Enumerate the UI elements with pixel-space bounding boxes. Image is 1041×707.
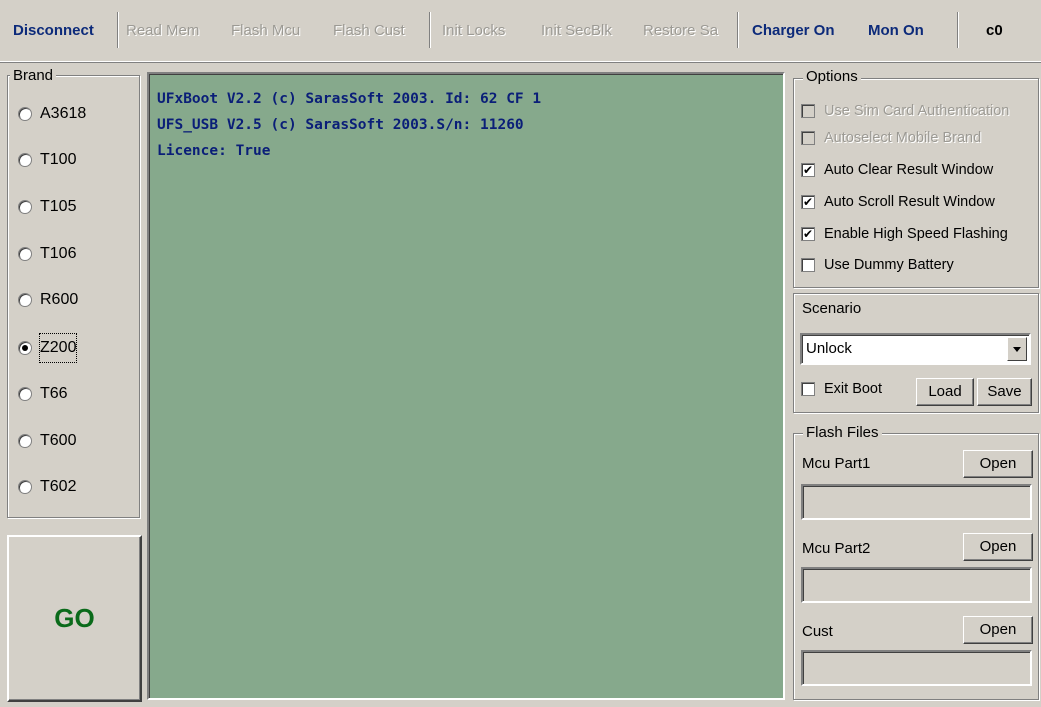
brand-option-label: Z200 bbox=[38, 333, 78, 363]
radio-button[interactable] bbox=[18, 434, 32, 448]
log-line: Licence: True bbox=[157, 143, 271, 159]
radio-button[interactable] bbox=[18, 107, 32, 121]
checkbox-box bbox=[801, 104, 815, 118]
log-line: UFxBoot V2.2 (c) SarasSoft 2003. Id: 62 … bbox=[157, 91, 542, 107]
brand-group-title: Brand bbox=[10, 67, 57, 85]
flash-files-group-title: Flash Files bbox=[803, 424, 882, 442]
open-mcu-part1-button[interactable]: Open bbox=[963, 450, 1033, 478]
radio-button[interactable] bbox=[18, 387, 32, 401]
toolbar-separator bbox=[429, 12, 431, 48]
brand-option-label: T66 bbox=[40, 385, 68, 402]
toolbar-separator bbox=[957, 12, 959, 48]
brand-option-a3618[interactable]: A3618 bbox=[18, 100, 86, 128]
brand-option-label: T100 bbox=[40, 151, 77, 168]
scenario-label: Scenario bbox=[802, 300, 862, 317]
brand-option-label: R600 bbox=[40, 291, 79, 308]
disconnect-button[interactable]: Disconnect bbox=[13, 14, 94, 48]
brand-option-t105[interactable]: T105 bbox=[18, 193, 76, 221]
cust-label: Cust bbox=[802, 623, 833, 640]
exit-boot-checkbox[interactable]: Exit Boot bbox=[801, 378, 882, 400]
option-label: Enable High Speed Flashing bbox=[824, 226, 1008, 242]
restore-sa-button[interactable]: Restore Sa bbox=[643, 14, 718, 48]
mcu-part2-label: Mcu Part2 bbox=[802, 540, 871, 557]
radio-button[interactable] bbox=[18, 247, 32, 261]
options-group-title: Options bbox=[803, 68, 861, 86]
open-mcu-part2-button[interactable]: Open bbox=[963, 533, 1033, 561]
brand-option-t66[interactable]: T66 bbox=[18, 380, 68, 408]
brand-option-label: T602 bbox=[40, 478, 77, 495]
flash-cust-button[interactable]: Flash Cust bbox=[333, 14, 405, 48]
brand-option-z200[interactable]: Z200 bbox=[18, 333, 78, 363]
save-button[interactable]: Save bbox=[977, 378, 1032, 406]
option-checkbox-autoselect-mobile-brand: Autoselect Mobile Brand bbox=[801, 127, 981, 149]
radio-button[interactable] bbox=[18, 293, 32, 307]
option-checkbox-auto-clear-result-window[interactable]: ✔ Auto Clear Result Window bbox=[801, 159, 993, 181]
option-checkbox-use-sim-card-authentication: Use Sim Card Authentication bbox=[801, 100, 1009, 122]
init-locks-button[interactable]: Init Locks bbox=[442, 14, 505, 48]
brand-option-t100[interactable]: T100 bbox=[18, 146, 76, 174]
checkmark-icon[interactable]: ✔ bbox=[801, 195, 815, 209]
toolbar: Disconnect Read Mem Flash Mcu Flash Cust… bbox=[0, 0, 1041, 63]
checkbox-box[interactable] bbox=[801, 258, 815, 272]
radio-button[interactable] bbox=[18, 341, 32, 355]
checkmark-icon[interactable]: ✔ bbox=[801, 227, 815, 241]
brand-option-t602[interactable]: T602 bbox=[18, 473, 76, 501]
brand-option-r600[interactable]: R600 bbox=[18, 286, 78, 314]
brand-option-label: T105 bbox=[40, 198, 77, 215]
radio-button[interactable] bbox=[18, 480, 32, 494]
brand-option-label: T600 bbox=[40, 432, 77, 449]
cust-path-field[interactable] bbox=[801, 650, 1032, 686]
status-code: c0 bbox=[986, 22, 1003, 39]
radio-button[interactable] bbox=[18, 200, 32, 214]
option-checkbox-use-dummy-battery[interactable]: Use Dummy Battery bbox=[801, 254, 954, 276]
toolbar-separator bbox=[117, 12, 119, 48]
mcu-part1-label: Mcu Part1 bbox=[802, 455, 871, 472]
exit-boot-checkbox-box[interactable] bbox=[801, 382, 815, 396]
option-checkbox-enable-high-speed-flashing[interactable]: ✔ Enable High Speed Flashing bbox=[801, 223, 1008, 245]
open-cust-button[interactable]: Open bbox=[963, 616, 1033, 644]
go-button[interactable]: GO bbox=[7, 535, 142, 702]
radio-button[interactable] bbox=[18, 153, 32, 167]
checkmark-icon[interactable]: ✔ bbox=[801, 163, 815, 177]
load-button[interactable]: Load bbox=[916, 378, 974, 406]
scenario-select[interactable]: Unlock bbox=[800, 333, 1031, 365]
mcu-part2-path-field[interactable] bbox=[801, 567, 1032, 603]
brand-option-label: T106 bbox=[40, 245, 77, 262]
mon-on-button[interactable]: Mon On bbox=[868, 14, 924, 48]
option-label: Use Dummy Battery bbox=[824, 257, 954, 273]
exit-boot-label: Exit Boot bbox=[824, 381, 883, 397]
log-line: UFS_USB V2.5 (c) SarasSoft 2003.S/n: 112… bbox=[157, 117, 524, 133]
read-mem-button[interactable]: Read Mem bbox=[126, 14, 199, 48]
option-label: Auto Scroll Result Window bbox=[824, 194, 995, 210]
option-checkbox-auto-scroll-result-window[interactable]: ✔ Auto Scroll Result Window bbox=[801, 191, 995, 213]
flash-mcu-button[interactable]: Flash Mcu bbox=[231, 14, 300, 48]
brand-option-t600[interactable]: T600 bbox=[18, 427, 76, 455]
result-window[interactable]: UFxBoot V2.2 (c) SarasSoft 2003. Id: 62 … bbox=[147, 72, 785, 700]
init-secblk-button[interactable]: Init SecBlk bbox=[541, 14, 612, 48]
mcu-part1-path-field[interactable] bbox=[801, 484, 1032, 520]
option-label: Auto Clear Result Window bbox=[824, 162, 994, 178]
brand-option-t106[interactable]: T106 bbox=[18, 240, 76, 268]
option-label: Autoselect Mobile Brand bbox=[824, 130, 982, 146]
option-label: Use Sim Card Authentication bbox=[824, 103, 1010, 119]
chevron-down-icon[interactable] bbox=[1007, 337, 1027, 361]
checkbox-box bbox=[801, 131, 815, 145]
charger-on-button[interactable]: Charger On bbox=[752, 14, 835, 48]
brand-option-label: A3618 bbox=[40, 105, 87, 122]
scenario-selected-value: Unlock bbox=[806, 340, 852, 357]
toolbar-separator bbox=[737, 12, 739, 48]
